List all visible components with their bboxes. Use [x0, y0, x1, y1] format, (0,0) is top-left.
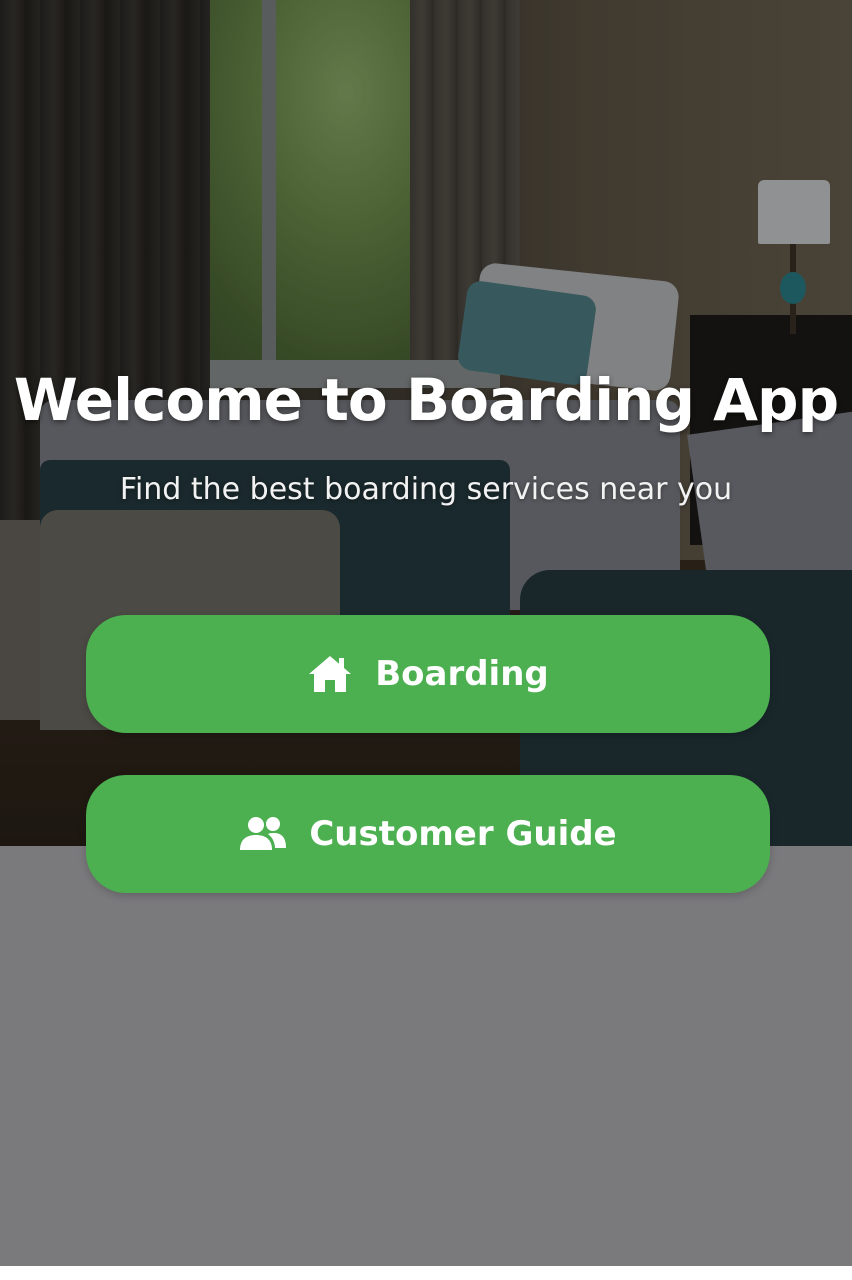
- customer-guide-button-label: Customer Guide: [309, 814, 617, 854]
- page-subtitle: Find the best boarding services near you: [119, 472, 733, 507]
- home-icon: [307, 654, 353, 694]
- app-screen: Welcome to Boarding App Find the best bo…: [0, 0, 852, 1280]
- boarding-button-label: Boarding: [375, 654, 549, 694]
- customer-guide-button[interactable]: Customer Guide: [86, 775, 770, 893]
- users-icon: [239, 816, 287, 852]
- page-title: Welcome to Boarding App: [13, 366, 839, 434]
- boarding-button[interactable]: Boarding: [86, 615, 770, 733]
- bottom-edge: [0, 1266, 852, 1280]
